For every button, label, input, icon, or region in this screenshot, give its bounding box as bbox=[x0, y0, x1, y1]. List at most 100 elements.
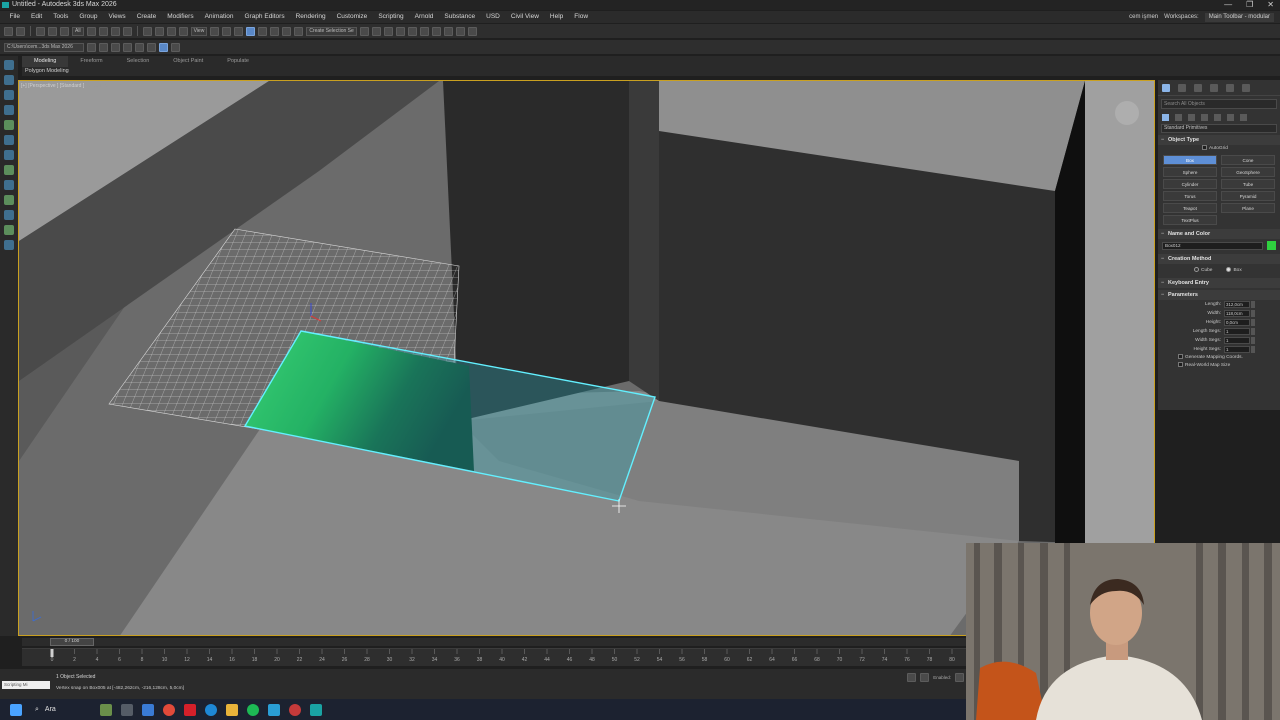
torus-button[interactable]: Torus bbox=[1163, 191, 1217, 201]
user-account[interactable]: cem işmen bbox=[1129, 14, 1158, 20]
settings-icon[interactable] bbox=[147, 42, 156, 52]
unlink-icon[interactable] bbox=[48, 26, 57, 36]
edge-icon[interactable] bbox=[205, 703, 217, 716]
adaptive-icon[interactable] bbox=[955, 673, 964, 682]
grid-toggle-icon[interactable] bbox=[159, 42, 168, 52]
selection-set-dropdown[interactable]: Create Selection Se bbox=[306, 26, 357, 36]
hierarchy-icon[interactable] bbox=[4, 135, 14, 145]
helpers-icon[interactable] bbox=[1214, 113, 1221, 121]
object-type-rollout[interactable]: Object Type bbox=[1158, 135, 1280, 145]
menu-rendering[interactable]: Rendering bbox=[290, 11, 331, 23]
place-icon[interactable] bbox=[178, 26, 188, 36]
cube-radio[interactable]: Cube bbox=[1194, 267, 1212, 273]
systems-icon[interactable] bbox=[1240, 113, 1247, 121]
select-manipulate-icon[interactable] bbox=[222, 26, 232, 36]
radio-selected-icon[interactable] bbox=[1226, 267, 1232, 272]
curve-editor-icon[interactable] bbox=[407, 26, 417, 36]
isolate-icon[interactable] bbox=[907, 673, 917, 682]
height-input[interactable]: 0,0cm bbox=[1224, 318, 1250, 326]
keyboard-shortcut-icon[interactable] bbox=[234, 26, 244, 36]
height-spinner[interactable] bbox=[1251, 318, 1255, 326]
width-input[interactable]: 118,0cm bbox=[1224, 309, 1250, 317]
geometry-icon[interactable] bbox=[1162, 113, 1169, 121]
select-by-name-icon[interactable] bbox=[98, 26, 108, 36]
box-radio[interactable]: Box bbox=[1226, 267, 1242, 273]
camera-icon[interactable] bbox=[4, 180, 14, 190]
radio-icon[interactable] bbox=[1194, 267, 1199, 272]
cameras-icon[interactable] bbox=[1201, 113, 1208, 121]
generate-mapping-checkbox[interactable]: Generate Mapping Coords. bbox=[1158, 354, 1280, 362]
parameters-rollout[interactable]: Parameters bbox=[1158, 289, 1280, 300]
display-tab-icon[interactable] bbox=[1226, 83, 1234, 92]
tab-freeform[interactable]: Freeform bbox=[68, 56, 114, 67]
undo-icon[interactable] bbox=[4, 26, 13, 36]
time-slider-bar[interactable]: 0 / 100 bbox=[22, 638, 968, 646]
menu-usd[interactable]: USD bbox=[481, 11, 506, 23]
container-icon[interactable] bbox=[4, 150, 14, 160]
menu-customize[interactable]: Customize bbox=[331, 11, 373, 23]
spinner-snap-icon[interactable] bbox=[282, 26, 292, 36]
checkbox-icon[interactable] bbox=[1178, 354, 1183, 359]
3dsmax-taskbar-icon[interactable] bbox=[310, 703, 322, 716]
redo-icon[interactable] bbox=[16, 26, 25, 36]
container-icon[interactable] bbox=[99, 42, 108, 52]
object-color-swatch[interactable] bbox=[1267, 241, 1276, 250]
folder-icon[interactable] bbox=[87, 42, 96, 52]
autogrid-checkbox[interactable]: AutoGrid bbox=[1158, 145, 1280, 153]
time-slider[interactable]: 0 / 100 bbox=[50, 638, 94, 646]
teapot-button[interactable]: Teapot bbox=[1163, 203, 1217, 213]
menu-tools[interactable]: Tools bbox=[48, 11, 74, 23]
merge-icon[interactable] bbox=[135, 42, 144, 52]
menu-civil-view[interactable]: Civil View bbox=[505, 11, 544, 23]
menu-scripting[interactable]: Scripting bbox=[373, 11, 409, 23]
checkbox-icon[interactable] bbox=[1178, 362, 1183, 367]
spotify-icon[interactable] bbox=[247, 703, 259, 716]
shapes-icon[interactable] bbox=[1175, 113, 1182, 121]
lights-icon[interactable] bbox=[1188, 113, 1195, 121]
window-crossing-icon[interactable] bbox=[122, 26, 132, 36]
rect-selection-icon[interactable] bbox=[110, 26, 120, 36]
layers-icon[interactable] bbox=[4, 105, 14, 115]
minimize-button[interactable]: — bbox=[1224, 0, 1232, 10]
rotate-icon[interactable] bbox=[154, 26, 164, 36]
motion-tab-icon[interactable] bbox=[1210, 83, 1218, 92]
keyboard-entry-rollout[interactable]: Keyboard Entry bbox=[1158, 277, 1280, 288]
windows-start-icon[interactable] bbox=[10, 703, 22, 716]
close-button[interactable]: ✕ bbox=[1267, 0, 1274, 10]
pivot-center-icon[interactable] bbox=[210, 26, 220, 36]
utility-icon[interactable] bbox=[4, 225, 14, 235]
telegram-icon[interactable] bbox=[268, 703, 280, 716]
target-icon[interactable] bbox=[171, 42, 180, 52]
align-icon[interactable] bbox=[371, 26, 381, 36]
filter-icon[interactable] bbox=[4, 120, 14, 130]
menu-animation[interactable]: Animation bbox=[199, 11, 239, 23]
tube-button[interactable]: Tube bbox=[1221, 179, 1275, 189]
taskbar-search[interactable]: ⌕ Ara bbox=[31, 703, 91, 717]
workspace-dropdown[interactable]: Main Toolbar - modular bbox=[1204, 12, 1274, 22]
creation-method-rollout[interactable]: Creation Method bbox=[1158, 254, 1280, 264]
task-view-icon[interactable] bbox=[121, 703, 133, 716]
tab-populate[interactable]: Populate bbox=[215, 56, 261, 67]
textplus-button[interactable]: TextPlus bbox=[1163, 215, 1217, 225]
bind-space-warp-icon[interactable] bbox=[60, 26, 69, 36]
maxscript-listener[interactable]: Scripting Mi bbox=[2, 681, 50, 689]
edit-named-selection-icon[interactable] bbox=[294, 26, 304, 36]
menu-views[interactable]: Views bbox=[103, 11, 131, 23]
height-segs-input[interactable]: 1 bbox=[1224, 345, 1250, 353]
move-icon[interactable] bbox=[142, 26, 152, 36]
track-bar[interactable]: 0 2 4 6 8 10 12 14 16 18 20 22 24 26 28 30 32 34 36 38 40 42 4… bbox=[22, 648, 968, 666]
percent-snap-icon[interactable] bbox=[270, 26, 280, 36]
render-setup-icon[interactable] bbox=[443, 26, 453, 36]
grid-icon[interactable] bbox=[4, 240, 14, 250]
viewport-label-main[interactable]: [+] [Perspective ] [Standard ] bbox=[21, 83, 84, 89]
time-marker[interactable] bbox=[50, 649, 54, 657]
hierarchy-tab-icon[interactable] bbox=[1194, 83, 1202, 92]
render-frame-icon[interactable] bbox=[455, 26, 465, 36]
length-spinner[interactable] bbox=[1251, 300, 1255, 308]
modify-tab-icon[interactable] bbox=[1178, 83, 1186, 92]
width-segs-spinner[interactable] bbox=[1251, 336, 1255, 344]
width-spinner[interactable] bbox=[1251, 309, 1255, 317]
create-icon[interactable] bbox=[4, 60, 14, 70]
select-object-icon[interactable] bbox=[86, 26, 96, 36]
scene-icon[interactable] bbox=[4, 90, 14, 100]
